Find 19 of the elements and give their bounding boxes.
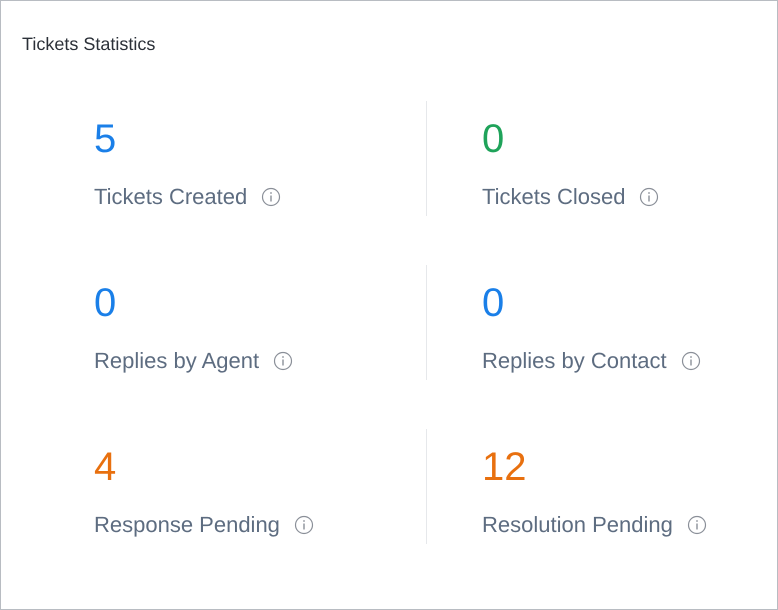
stat-value: 12 — [482, 444, 528, 491]
stat-value: 4 — [94, 444, 118, 491]
stat-value: 0 — [94, 280, 118, 327]
info-icon[interactable] — [680, 351, 701, 371]
stat-value: 0 — [482, 116, 506, 163]
stat-value: 0 — [482, 280, 506, 327]
info-icon[interactable] — [273, 351, 294, 371]
stat-label: Replies by Agent — [94, 347, 260, 375]
info-icon[interactable] — [639, 187, 660, 207]
stat-label: Response Pending — [94, 511, 280, 539]
info-icon[interactable] — [261, 187, 282, 207]
card-title: Tickets Statistics — [22, 33, 156, 56]
stat-label: Tickets Created — [94, 183, 248, 211]
stat-label: Replies by Contact — [482, 347, 667, 375]
stat-label: Tickets Closed — [482, 183, 626, 211]
stat-value: 5 — [94, 116, 118, 163]
info-icon[interactable] — [294, 515, 314, 535]
info-icon[interactable] — [686, 515, 707, 535]
stat-label: Resolution Pending — [482, 511, 673, 539]
